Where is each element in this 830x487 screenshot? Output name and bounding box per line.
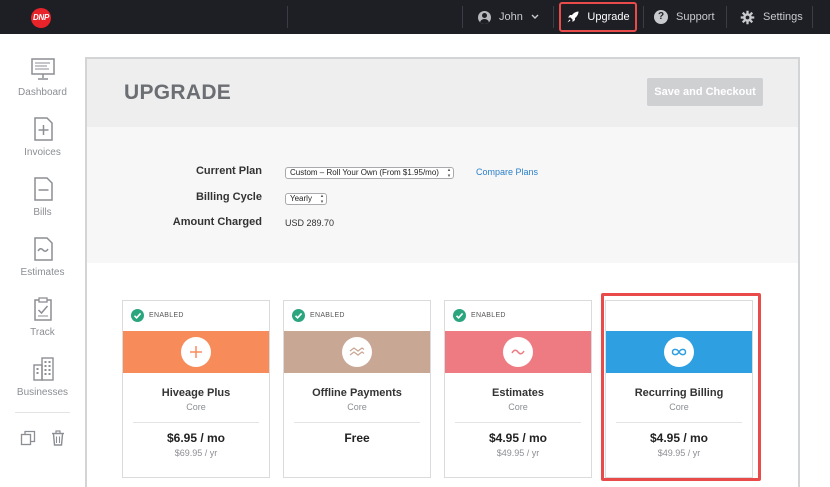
enabled-badge: ENABLED (310, 312, 345, 319)
monitor-icon (30, 58, 55, 80)
sidebar-item-track[interactable]: Track (0, 296, 85, 338)
divider (455, 422, 581, 423)
card-title: Hiveage Plus (161, 387, 231, 399)
plan-details: Current Plan Custom – Roll Your Own (Fro… (87, 127, 798, 263)
sidebar-item-dashboard[interactable]: Dashboard (0, 56, 85, 98)
enabled-badge: ENABLED (471, 312, 506, 319)
feature-card-hiveage-plus[interactable]: ENABLED Hiveage Plus Core $6.95 / mo $69… (122, 300, 270, 478)
panel-header: UPGRADE Save and Checkout (87, 59, 798, 127)
settings-link[interactable]: Settings (740, 0, 803, 34)
compare-plans-link[interactable]: Compare Plans (476, 167, 538, 177)
card-price: $4.95 / mo (488, 431, 548, 445)
check-icon (292, 309, 305, 322)
copy-icon (20, 430, 36, 446)
copy-button[interactable] (20, 430, 36, 451)
sidebar-item-label: Bills (33, 207, 52, 218)
feature-card-estimates[interactable]: ENABLED Estimates Core $4.95 / mo $49.95… (444, 300, 592, 478)
sidebar-item-bills[interactable]: Bills (0, 176, 85, 218)
wave-icon (342, 337, 372, 367)
sidebar-item-label: Dashboard (18, 87, 67, 98)
bill-minus-icon (33, 177, 53, 201)
page-margin (800, 34, 830, 487)
card-title: Offline Payments (312, 387, 402, 399)
selected-card-highlight (601, 293, 761, 481)
user-name: John (499, 11, 523, 23)
check-icon (131, 309, 144, 322)
card-tier: Core (347, 402, 367, 412)
upgrade-label: Upgrade (587, 11, 630, 23)
card-status: ENABLED (445, 301, 591, 331)
divider (294, 422, 420, 423)
current-plan-label: Current Plan (195, 165, 262, 177)
divider (287, 6, 288, 28)
card-title: Estimates (492, 387, 544, 399)
card-tier: Core (508, 402, 528, 412)
trash-icon (52, 430, 64, 446)
building-icon (32, 357, 54, 381)
divider (15, 412, 70, 413)
plus-icon (181, 337, 211, 367)
support-link[interactable]: ? Support (654, 0, 715, 34)
invoice-plus-icon (33, 117, 53, 141)
rocket-icon (567, 11, 579, 23)
check-icon (453, 309, 466, 322)
estimate-wave-icon (33, 237, 53, 261)
divider (812, 6, 813, 28)
chevron-down-icon (531, 14, 539, 19)
card-status: ENABLED (123, 301, 269, 331)
sidebar-item-label: Track (30, 327, 55, 338)
help-icon: ? (654, 10, 668, 24)
clipboard-check-icon (33, 297, 52, 321)
page-title: UPGRADE (124, 81, 232, 104)
divider (462, 6, 463, 28)
feature-card-offline-payments[interactable]: ENABLED Offline Payments Core Free (283, 300, 431, 478)
current-plan-select[interactable]: Custom – Roll Your Own (From $1.95/mo) (285, 167, 454, 179)
app-logo[interactable]: DNP (31, 8, 51, 28)
card-yearly-price: $49.95 / yr (496, 448, 540, 458)
card-color-band (123, 331, 269, 373)
settings-label: Settings (763, 11, 803, 23)
enabled-badge: ENABLED (149, 312, 184, 319)
sidebar: Dashboard Invoices Bills Estimates Track… (0, 34, 85, 487)
divider (643, 6, 644, 28)
save-and-checkout-button[interactable]: Save and Checkout (647, 78, 763, 106)
card-color-band (284, 331, 430, 373)
gear-icon (740, 10, 755, 24)
billing-cycle-select[interactable]: Yearly (285, 193, 327, 205)
sidebar-item-estimates[interactable]: Estimates (0, 236, 85, 278)
support-label: Support (676, 11, 715, 23)
delete-button[interactable] (50, 430, 66, 451)
sidebar-item-invoices[interactable]: Invoices (0, 116, 85, 158)
card-price: Free (344, 431, 370, 445)
card-price: $6.95 / mo (166, 431, 226, 445)
sidebar-item-label: Invoices (24, 147, 61, 158)
sidebar-item-businesses[interactable]: Businesses (0, 356, 85, 398)
card-tier: Core (186, 402, 206, 412)
upgrade-button[interactable]: Upgrade (559, 2, 637, 32)
divider (726, 6, 727, 28)
tilde-icon (503, 337, 533, 367)
card-status: ENABLED (284, 301, 430, 331)
divider (553, 6, 554, 28)
sidebar-item-label: Estimates (20, 267, 65, 278)
amount-charged-value: USD 289.70 (285, 218, 335, 228)
amount-charged-label: Amount Charged (172, 216, 262, 228)
card-yearly-price: $69.95 / yr (174, 448, 218, 458)
top-navigation-bar: DNP John Upgrade ? Support Settings (0, 0, 830, 34)
card-color-band (445, 331, 591, 373)
billing-cycle-label: Billing Cycle (195, 191, 262, 203)
divider (133, 422, 259, 423)
user-menu[interactable]: John (478, 0, 539, 34)
sidebar-item-label: Businesses (16, 387, 69, 398)
user-avatar-icon (478, 10, 491, 24)
